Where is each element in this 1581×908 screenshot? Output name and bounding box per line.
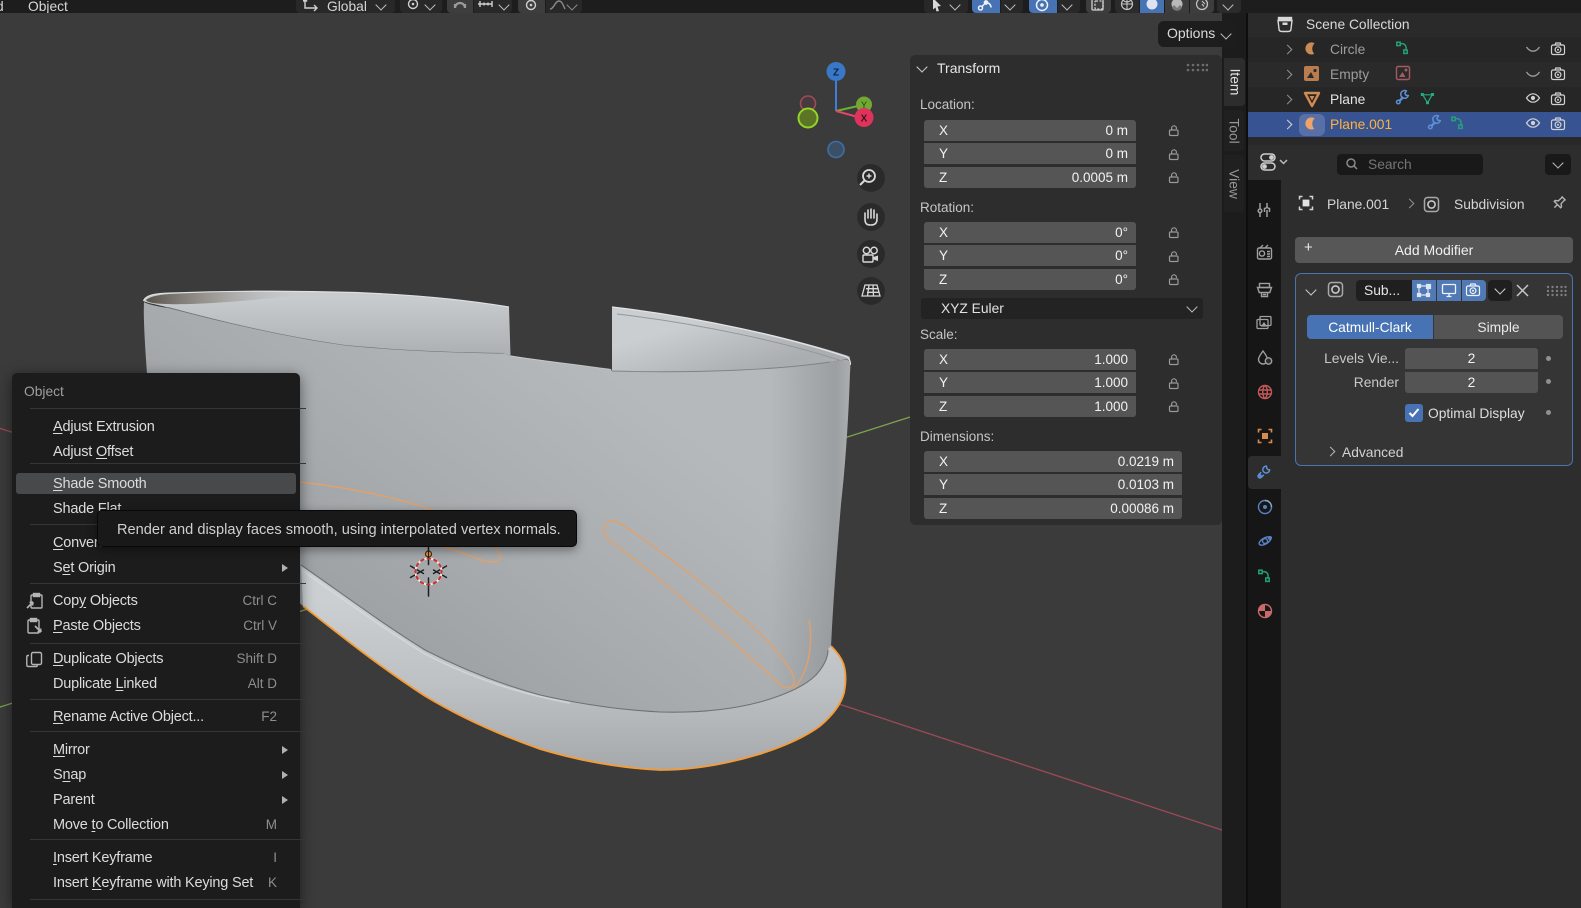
svg-text:X: X	[861, 114, 868, 125]
svg-text:Z: Z	[833, 68, 839, 79]
